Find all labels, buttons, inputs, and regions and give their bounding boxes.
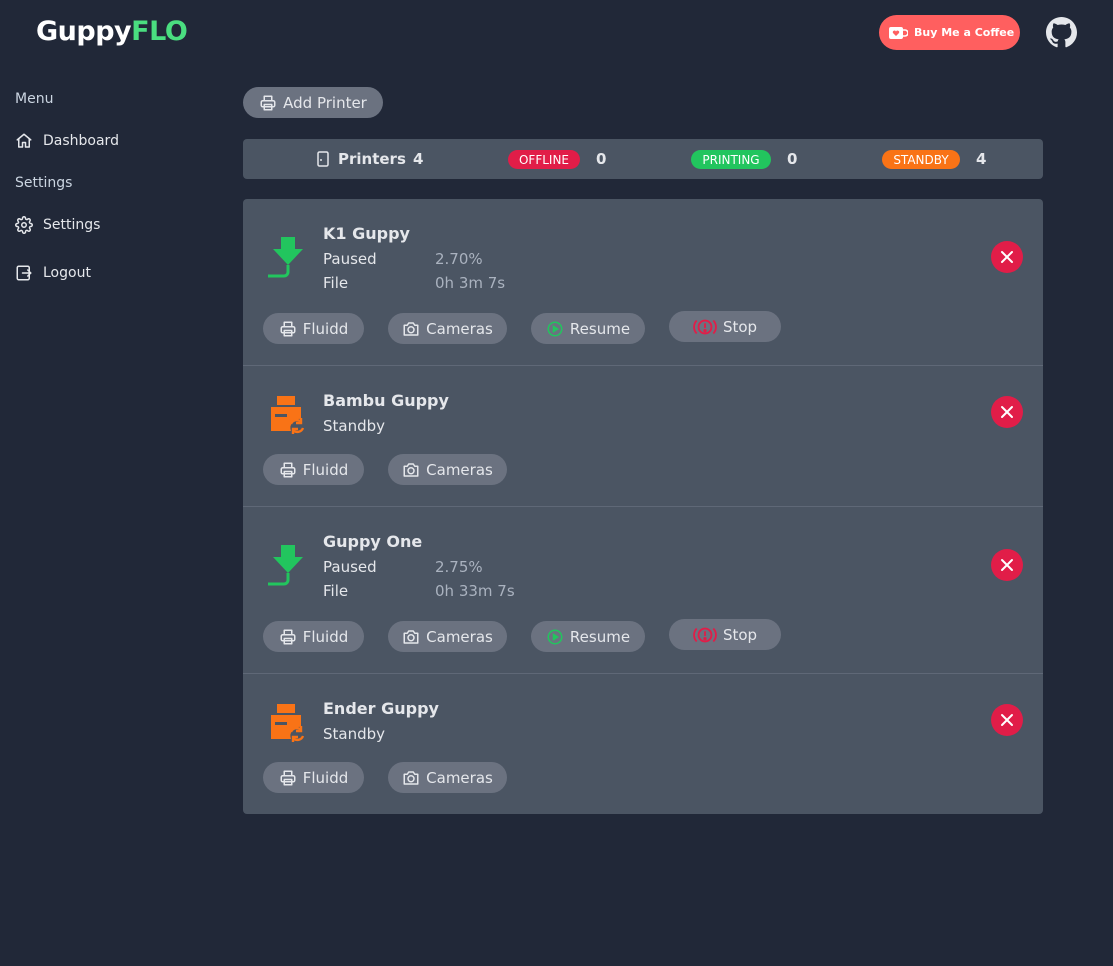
gear-icon [15, 216, 33, 234]
printer-card: Guppy One Paused 2.75% File 0h 33m 7s Fl… [243, 507, 1043, 674]
remove-printer-button[interactable] [991, 704, 1023, 736]
add-printer-label: Add Printer [283, 93, 367, 112]
fluidd-button[interactable]: Fluidd [263, 762, 364, 793]
printer-state: Standby [323, 417, 386, 435]
fluidd-button[interactable]: Fluidd [263, 454, 364, 485]
sidebar-item-label: Logout [43, 265, 91, 281]
offline-count: 0 [596, 150, 607, 168]
logout-icon [16, 265, 32, 281]
app-logo[interactable]: GuppyFLO [36, 16, 188, 47]
status-summary-bar: Printers 4 OFFLINE 0 PRINTING 0 STANDBY … [243, 139, 1043, 179]
play-circle-icon [547, 629, 563, 644]
coffee-label: Buy Me a Coffee [914, 26, 1015, 39]
emergency-stop-icon [693, 627, 717, 642]
sidebar-item-logout[interactable]: Logout [15, 264, 91, 282]
menu-heading: Menu [15, 91, 54, 107]
cameras-button[interactable]: Cameras [388, 454, 507, 485]
fluidd-label: Fluidd [302, 627, 349, 646]
remove-printer-button[interactable] [991, 396, 1023, 428]
resume-label: Resume [569, 627, 631, 646]
cameras-button[interactable]: Cameras [388, 621, 507, 652]
printing-download-icon [268, 237, 303, 278]
printer-state: Paused [323, 250, 377, 268]
fluidd-button[interactable]: Fluidd [263, 621, 364, 652]
camera-icon [403, 770, 419, 785]
stop-label: Stop [722, 625, 758, 644]
resume-button[interactable]: Resume [531, 313, 645, 344]
printers-label: Printers [338, 150, 406, 168]
home-icon [16, 133, 32, 148]
fluidd-label: Fluidd [302, 319, 349, 338]
printing-badge: PRINTING [691, 150, 771, 169]
printing-count: 0 [787, 150, 798, 168]
camera-icon [403, 321, 419, 336]
printers-count: 4 [413, 150, 424, 168]
printer-card: Bambu Guppy Standby Fluidd Cameras [243, 366, 1043, 507]
print-progress: 2.70% [435, 250, 483, 268]
printer-icon [280, 321, 296, 336]
remove-printer-button[interactable] [991, 241, 1023, 273]
cameras-button[interactable]: Cameras [388, 313, 507, 344]
printer-name: Guppy One [323, 532, 423, 551]
close-icon [1001, 714, 1013, 726]
cameras-button[interactable]: Cameras [388, 762, 507, 793]
emergency-stop-icon [693, 319, 717, 334]
cameras-label: Cameras [426, 319, 493, 338]
sidebar-item-label: Settings [43, 217, 101, 233]
buy-me-a-coffee-button[interactable]: Buy Me a Coffee [879, 15, 1020, 50]
stop-label: Stop [722, 317, 758, 336]
sidebar-item-dashboard[interactable]: Dashboard [15, 132, 119, 150]
offline-badge: OFFLINE [508, 150, 580, 169]
print-time: 0h 33m 7s [435, 582, 515, 600]
file-label: File [323, 274, 349, 292]
printer-name: Ender Guppy [323, 699, 439, 718]
printer-icon [280, 629, 296, 644]
printer-state: Standby [323, 725, 386, 743]
printing-download-icon [268, 545, 303, 586]
coffee-cup-icon [889, 26, 908, 39]
resume-button[interactable]: Resume [531, 621, 645, 652]
printer-state: Paused [323, 558, 377, 576]
camera-icon [403, 462, 419, 477]
printer-standby-icon [271, 704, 305, 742]
standby-count: 4 [976, 150, 987, 168]
cameras-label: Cameras [426, 768, 493, 787]
add-printer-button[interactable]: Add Printer [243, 87, 383, 118]
sidebar-item-label: Dashboard [43, 133, 119, 149]
printer-card: Ender Guppy Standby Fluidd Cameras [243, 674, 1043, 814]
fluidd-label: Fluidd [302, 460, 349, 479]
play-circle-icon [547, 321, 563, 336]
remove-printer-button[interactable] [991, 549, 1023, 581]
close-icon [1001, 406, 1013, 418]
print-time: 0h 3m 7s [435, 274, 506, 292]
stop-button[interactable]: Stop [669, 311, 781, 342]
github-icon[interactable] [1046, 17, 1077, 48]
cameras-label: Cameras [426, 627, 493, 646]
settings-heading: Settings [15, 175, 73, 191]
stop-button[interactable]: Stop [669, 619, 781, 650]
close-icon [1001, 559, 1013, 571]
close-icon [1001, 251, 1013, 263]
printer-icon [280, 462, 296, 477]
logo-part-1: Guppy [36, 16, 132, 47]
camera-icon [403, 629, 419, 644]
print-progress: 2.75% [435, 558, 483, 576]
printer-icon [280, 770, 296, 785]
fluidd-label: Fluidd [302, 768, 349, 787]
printers-stat: Printers [317, 150, 406, 168]
printer-name: K1 Guppy [323, 224, 410, 243]
printer-card: K1 Guppy Paused 2.70% File 0h 3m 7s Flui… [243, 199, 1043, 366]
resume-label: Resume [569, 319, 631, 338]
file-label: File [323, 582, 349, 600]
printer-standby-icon [271, 396, 305, 434]
device-icon [317, 151, 329, 167]
printer-icon [260, 95, 276, 110]
printer-list: K1 Guppy Paused 2.70% File 0h 3m 7s Flui… [243, 199, 1043, 814]
fluidd-button[interactable]: Fluidd [263, 313, 364, 344]
logo-part-2: FLO [131, 16, 188, 47]
printer-name: Bambu Guppy [323, 391, 449, 410]
cameras-label: Cameras [426, 460, 493, 479]
standby-badge: STANDBY [882, 150, 960, 169]
sidebar-item-settings[interactable]: Settings [15, 216, 100, 234]
